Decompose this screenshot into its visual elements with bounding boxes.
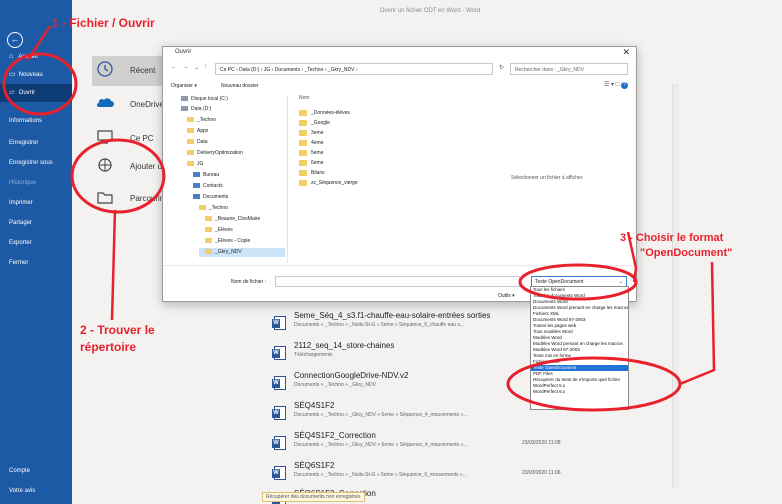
annotation-arrow-4 <box>679 261 716 386</box>
annotation-step-3-line2: "OpenDocument" <box>640 247 733 259</box>
annotation-step-1: 1 - Fichier / Ouvrir <box>52 16 155 30</box>
annotation-step-3-line1: 3 - Choisir le format <box>620 232 724 244</box>
annotation-step-2-line2: répertoire <box>80 340 137 354</box>
annotation-circle-opendocument <box>506 356 682 412</box>
annotation-step-2-line1: 2 - Trouver le <box>80 323 155 337</box>
annotation-circle-ouvrir <box>2 52 78 116</box>
annotation-circle-format <box>518 263 638 301</box>
annotation-arrow-2 <box>110 209 117 321</box>
annotation-circle-parcourir <box>70 138 166 214</box>
